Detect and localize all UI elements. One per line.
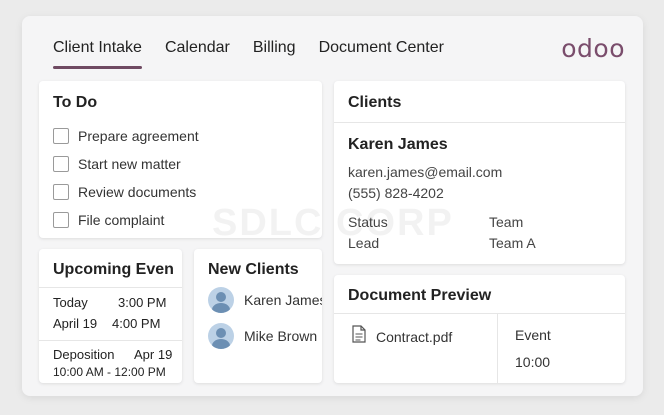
- status-label: Status: [348, 214, 388, 230]
- todo-item-label: Start new matter: [78, 156, 181, 172]
- upcoming-events-title: Upcoming Even: [53, 261, 174, 278]
- list-item[interactable]: Mike Brown: [208, 323, 317, 349]
- document-preview-title: Document Preview: [348, 287, 492, 304]
- new-client-name: Mike Brown: [244, 328, 318, 344]
- document-icon: [352, 325, 366, 348]
- event-time: 10:00: [515, 354, 551, 370]
- new-clients-title: New Clients: [208, 261, 299, 278]
- status-value: Lead: [348, 235, 380, 251]
- client-email[interactable]: karen.james@email.com: [348, 164, 502, 180]
- avatar: [208, 287, 234, 313]
- team-value: Team A: [489, 235, 536, 251]
- list-item[interactable]: Karen James: [208, 287, 322, 313]
- event-title[interactable]: Deposition: [53, 347, 114, 362]
- todo-item: Start new matter: [53, 150, 199, 178]
- avatar: [208, 323, 234, 349]
- todo-item: Review documents: [53, 178, 199, 206]
- todo-item: File complaint: [53, 206, 199, 234]
- event-day: Today: [53, 295, 88, 310]
- document-file[interactable]: Contract.pdf: [352, 325, 452, 348]
- tab-document-center[interactable]: Document Center: [319, 40, 444, 68]
- todo-item-label: Prepare agreement: [78, 128, 199, 144]
- divider: [39, 340, 182, 341]
- client-phone[interactable]: (555) 828-4202: [348, 185, 444, 201]
- event-time-range: 10:00 AM - 12:00 PM: [53, 365, 166, 379]
- event-date-short: Apr 19: [134, 347, 173, 362]
- divider: [39, 287, 182, 288]
- todo-checkbox[interactable]: [53, 128, 69, 144]
- event-label: Event: [515, 327, 551, 343]
- todo-item-label: File complaint: [78, 212, 165, 228]
- divider: [334, 122, 625, 123]
- clients-title: Clients: [348, 94, 402, 111]
- tab-bar: Client Intake Calendar Billing Document …: [53, 40, 467, 69]
- divider: [497, 313, 498, 383]
- team-label: Team: [489, 214, 524, 230]
- todo-checkbox[interactable]: [53, 212, 69, 228]
- tab-billing[interactable]: Billing: [253, 40, 296, 68]
- event-date: April 19: [53, 316, 98, 331]
- event-time: 3:00 PM: [118, 295, 167, 310]
- client-name[interactable]: Karen James: [348, 136, 448, 154]
- new-client-name: Karen James: [244, 292, 322, 308]
- tab-calendar[interactable]: Calendar: [165, 40, 230, 68]
- new-clients-card: New Clients Karen James Mike Brown: [194, 249, 322, 383]
- todo-item-label: Review documents: [78, 184, 197, 200]
- odoo-logo: odoo: [561, 34, 625, 63]
- tab-client-intake[interactable]: Client Intake: [53, 40, 142, 69]
- divider: [334, 313, 625, 314]
- event-time-2: 4:00 PM: [112, 316, 161, 331]
- todo-checkbox[interactable]: [53, 156, 69, 172]
- app-window: Client Intake Calendar Billing Document …: [22, 16, 643, 396]
- todo-title: To Do: [53, 94, 98, 111]
- document-preview-card: Document Preview Contract.pdf Event 10:0…: [334, 275, 625, 383]
- clients-card: Clients Karen James karen.james@email.co…: [334, 81, 625, 264]
- upcoming-events-card: Upcoming Even Today 3:00 PM April 19 4:0…: [39, 249, 182, 383]
- todo-list: Prepare agreement Start new matter Revie…: [53, 122, 199, 234]
- todo-card: To Do Prepare agreement Start new matter…: [39, 81, 322, 238]
- todo-checkbox[interactable]: [53, 184, 69, 200]
- document-file-name: Contract.pdf: [376, 328, 453, 345]
- todo-item: Prepare agreement: [53, 122, 199, 150]
